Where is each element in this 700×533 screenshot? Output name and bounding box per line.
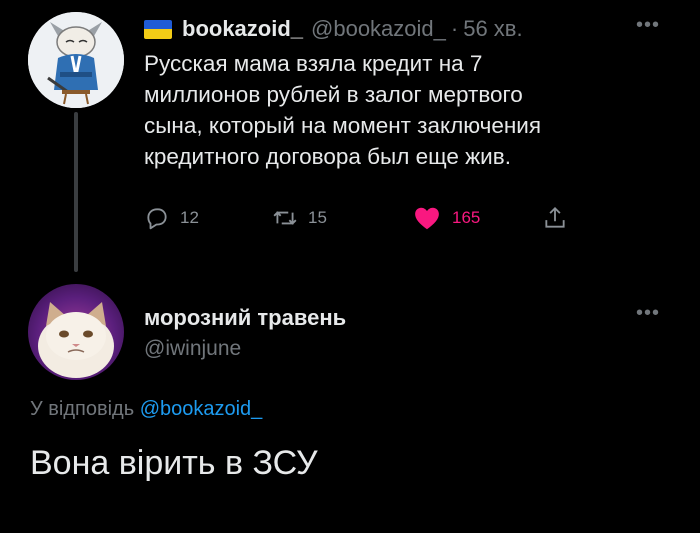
avatar[interactable] (28, 284, 124, 380)
reply-count: 12 (180, 208, 199, 227)
author-display-name[interactable]: bookazoid_ (182, 16, 303, 42)
tweet-text-line: миллионов рублей в залог мертвого (144, 82, 523, 107)
tweet-actions-bar: 12 15 165 (144, 200, 604, 236)
share-icon (545, 206, 565, 228)
avatar[interactable] (28, 12, 124, 108)
tweet-text-line: кредитного договора был еще жив. (144, 144, 511, 169)
retweet-count: 15 (308, 208, 327, 227)
retweet-icon (273, 211, 297, 225)
author-handle[interactable]: @bookazoid_ (311, 16, 446, 42)
reply-button[interactable]: 12 (144, 200, 199, 236)
replying-to-mention-link[interactable]: @bookazoid_ (140, 398, 263, 420)
tweet-text-line: сына, который на момент заключения (144, 113, 542, 138)
tweet-text-line: Русская мама взяла кредит на 7 (144, 51, 483, 76)
tweet-header: bookazoid_ @bookazoid_ · 56 хв. (144, 14, 523, 44)
avatar-cat-photo (38, 302, 114, 378)
tweet-timestamp[interactable]: 56 хв. (463, 16, 522, 42)
reply-icon (147, 208, 167, 230)
thread-connector-line (74, 112, 78, 272)
replying-to-label: У відповідь (30, 398, 135, 420)
reply-text: Вона вірить в ЗСУ (30, 444, 318, 482)
reply-author-display-name[interactable]: морозний травень (144, 305, 346, 331)
tweet-text: Русская мама взяла кредит на 7 миллионов… (144, 48, 664, 172)
more-horizontal-icon[interactable]: ••• (636, 14, 660, 37)
separator-dot: · (450, 16, 459, 41)
heart-icon (415, 207, 439, 230)
like-count: 165 (452, 208, 481, 227)
reply-author-handle[interactable]: @iwinjune (144, 337, 241, 361)
share-button[interactable] (542, 200, 578, 236)
retweet-button[interactable]: 15 (272, 200, 327, 236)
avatar-illustration (28, 12, 124, 108)
like-button[interactable]: 165 (412, 200, 480, 236)
ukraine-flag-icon (144, 19, 172, 39)
replying-to-line: У відповідь @bookazoid_ (30, 398, 262, 421)
more-horizontal-icon[interactable]: ••• (636, 302, 660, 325)
